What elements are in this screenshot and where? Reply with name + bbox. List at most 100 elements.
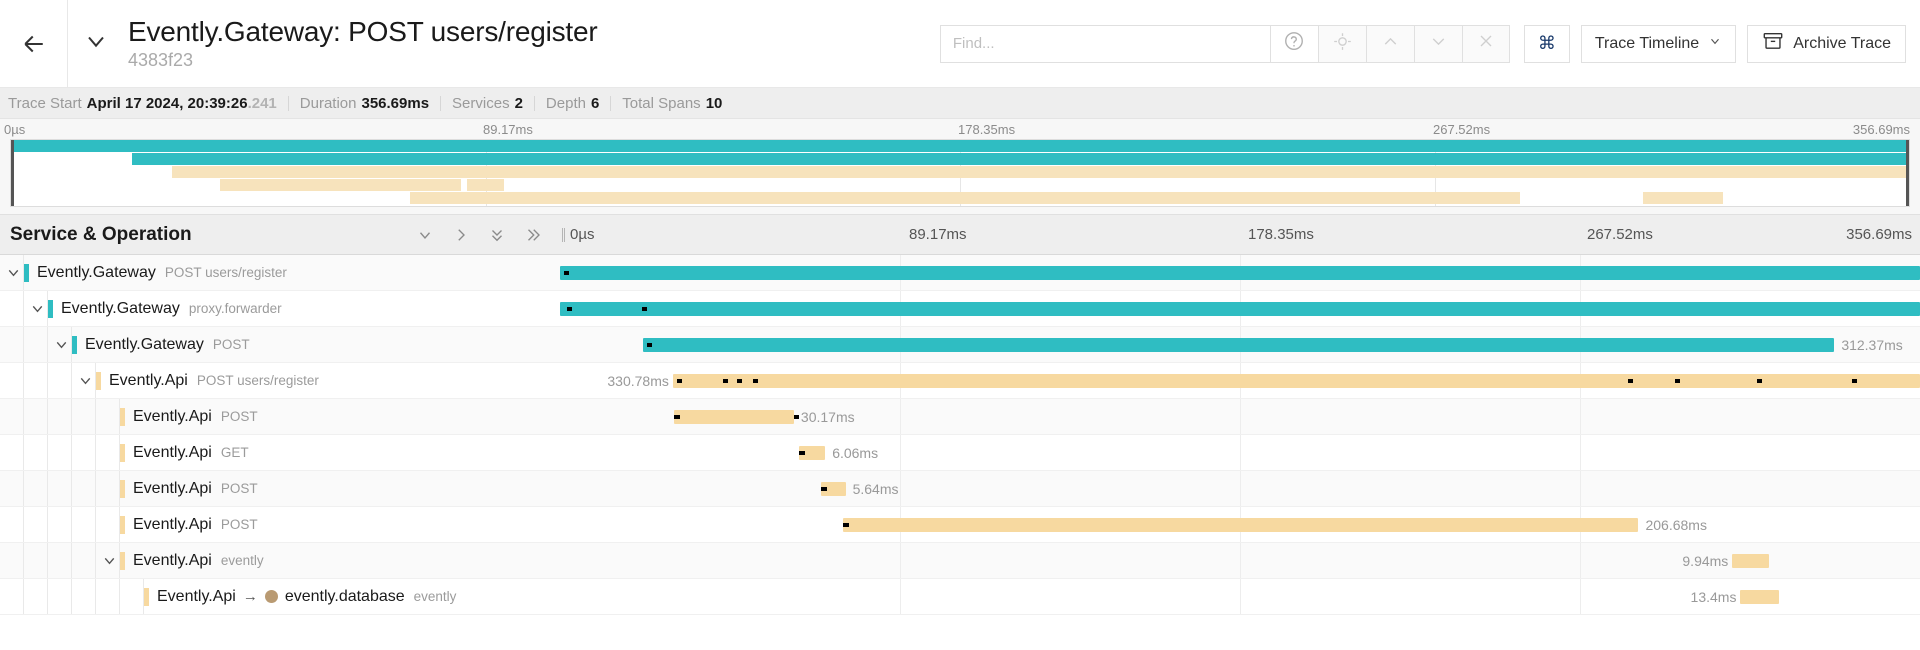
collapse-all-button[interactable] [488, 226, 506, 244]
span-event-marker [842, 523, 849, 527]
expand-one-button[interactable] [452, 226, 470, 244]
span-duration-bar[interactable] [560, 266, 1920, 280]
trace-detail-toggle[interactable] [68, 0, 124, 88]
span-color-swatch [120, 515, 125, 534]
span-bar-track[interactable]: 5.64ms [560, 471, 1920, 506]
keyboard-shortcuts-button[interactable]: ⌘ [1523, 24, 1570, 63]
span-event-marker [799, 451, 806, 455]
expand-all-button[interactable] [524, 226, 542, 244]
span-operation-name: POST users/register [164, 265, 287, 280]
span-row-label[interactable]: Evently.Api GET [0, 435, 560, 470]
span-row-label[interactable]: Evently.Api POST [0, 507, 560, 542]
span-row-label[interactable]: Evently.Gateway POST users/register [0, 255, 560, 290]
view-mode-select[interactable]: Trace Timeline [1580, 24, 1737, 63]
span-event-marker [674, 415, 681, 419]
span-row-label[interactable]: Evently.Api evently [0, 543, 560, 578]
span-row[interactable]: Evently.Gateway POST users/register [0, 255, 1920, 291]
minimap-span-bar [1643, 192, 1723, 204]
clear-search-button[interactable] [1461, 24, 1510, 63]
next-match-button[interactable] [1413, 24, 1462, 63]
span-event-marker [1675, 379, 1681, 383]
span-event-marker [753, 379, 759, 383]
span-row[interactable]: Evently.Api → evently.database evently 13.4m… [0, 579, 1920, 615]
chevron-down-icon [1428, 31, 1449, 57]
span-duration-bar[interactable] [1732, 554, 1770, 568]
span-duration-label: 30.17ms [800, 409, 855, 425]
span-row-label[interactable]: Evently.Api POST users/register [0, 363, 560, 398]
span-bar-track[interactable]: 30.17ms [560, 399, 1920, 434]
trace-minimap[interactable]: 0µs 89.17ms 178.35ms 267.52ms 356.69ms [0, 119, 1920, 215]
span-expand-toggle[interactable] [26, 291, 48, 326]
span-row[interactable]: Evently.Api evently 9.94ms [0, 543, 1920, 579]
indent-guide [0, 471, 24, 506]
minimap-span-bar [219, 179, 420, 191]
locate-match-button[interactable] [1317, 24, 1366, 63]
span-expand-toggle[interactable] [74, 363, 96, 398]
span-color-swatch [120, 443, 125, 462]
span-row-label[interactable]: Evently.Api → evently.database evently [0, 579, 560, 614]
timeline-gridline [900, 579, 901, 614]
indent-guide [48, 363, 72, 398]
span-expand-toggle[interactable] [2, 255, 24, 290]
span-duration-bar[interactable] [842, 518, 1639, 532]
span-bar-track[interactable] [560, 255, 1920, 290]
span-row[interactable]: Evently.Api POST 5.64ms [0, 471, 1920, 507]
span-duration-bar[interactable] [1740, 590, 1779, 604]
span-duration-bar[interactable] [560, 302, 1920, 316]
span-row-label[interactable]: Evently.Gateway proxy.forwarder [0, 291, 560, 326]
span-duration-bar[interactable] [674, 410, 794, 424]
info-separator [533, 95, 535, 111]
minimap-drag-handle-right[interactable] [1906, 140, 1909, 206]
timeline-gridline [1240, 399, 1241, 434]
back-button[interactable] [0, 0, 68, 88]
span-color-swatch [120, 479, 125, 498]
archive-trace-button[interactable]: Archive Trace [1747, 24, 1906, 63]
span-service-name: Evently.Api [133, 515, 212, 533]
span-row[interactable]: Evently.Gateway proxy.forwarder [0, 291, 1920, 327]
span-bar-track[interactable]: 6.06ms [560, 435, 1920, 470]
span-row[interactable]: Evently.Gateway POST 312.37ms [0, 327, 1920, 363]
span-row[interactable]: Evently.Api POST users/register 330.78ms [0, 363, 1920, 399]
span-row[interactable]: Evently.Api POST 30.17ms [0, 399, 1920, 435]
span-row-label[interactable]: Evently.Api POST [0, 399, 560, 434]
span-bar-track[interactable]: 330.78ms [560, 363, 1920, 398]
span-service-name: Evently.Gateway [61, 299, 180, 317]
span-duration-bar[interactable] [642, 338, 1835, 352]
minimap-drag-handle-left[interactable] [11, 140, 14, 206]
indent-guide [48, 435, 72, 470]
span-duration-label: 206.68ms [1645, 517, 1707, 533]
span-bar-track[interactable]: 9.94ms [560, 543, 1920, 578]
indent-guide [0, 579, 24, 614]
indent-guide [72, 579, 96, 614]
search-input[interactable] [939, 24, 1270, 63]
span-duration-bar[interactable] [672, 374, 1920, 388]
timeline-tick: 267.52ms [1587, 226, 1653, 243]
archive-trace-label: Archive Trace [1793, 34, 1891, 52]
span-bar-track[interactable] [560, 291, 1920, 326]
span-operation-name: POST [212, 337, 250, 352]
span-event-marker [793, 415, 799, 419]
span-row-label[interactable]: Evently.Api POST [0, 471, 560, 506]
prev-match-button[interactable] [1365, 24, 1414, 63]
spans-table-header: Service & Operation 0µs 89.17ms 178.35ms 26… [0, 215, 1920, 255]
span-bar-track[interactable]: 13.4ms [560, 579, 1920, 614]
indent-guide [24, 399, 48, 434]
span-row-label[interactable]: Evently.Gateway POST [0, 327, 560, 362]
indent-guide [0, 363, 24, 398]
span-expand-toggle[interactable] [98, 543, 120, 578]
span-operation-name: POST users/register [196, 373, 319, 388]
info-value: 2 [514, 94, 523, 112]
search-help-button[interactable] [1269, 24, 1318, 63]
span-bar-track[interactable]: 206.68ms [560, 507, 1920, 542]
collapse-one-button[interactable] [416, 226, 434, 244]
minimap-canvas[interactable] [10, 139, 1910, 207]
span-row-content: Evently.Gateway POST users/register [2, 255, 287, 290]
minimap-tick: 356.69ms [1852, 122, 1910, 137]
span-row[interactable]: Evently.Api POST 206.68ms [0, 507, 1920, 543]
timeline-gridline [900, 399, 901, 434]
span-expand-toggle[interactable] [50, 327, 72, 362]
arrow-left-icon [19, 29, 49, 59]
span-row[interactable]: Evently.Api GET 6.06ms [0, 435, 1920, 471]
span-bar-track[interactable]: 312.37ms [560, 327, 1920, 362]
span-event-marker [676, 379, 682, 383]
